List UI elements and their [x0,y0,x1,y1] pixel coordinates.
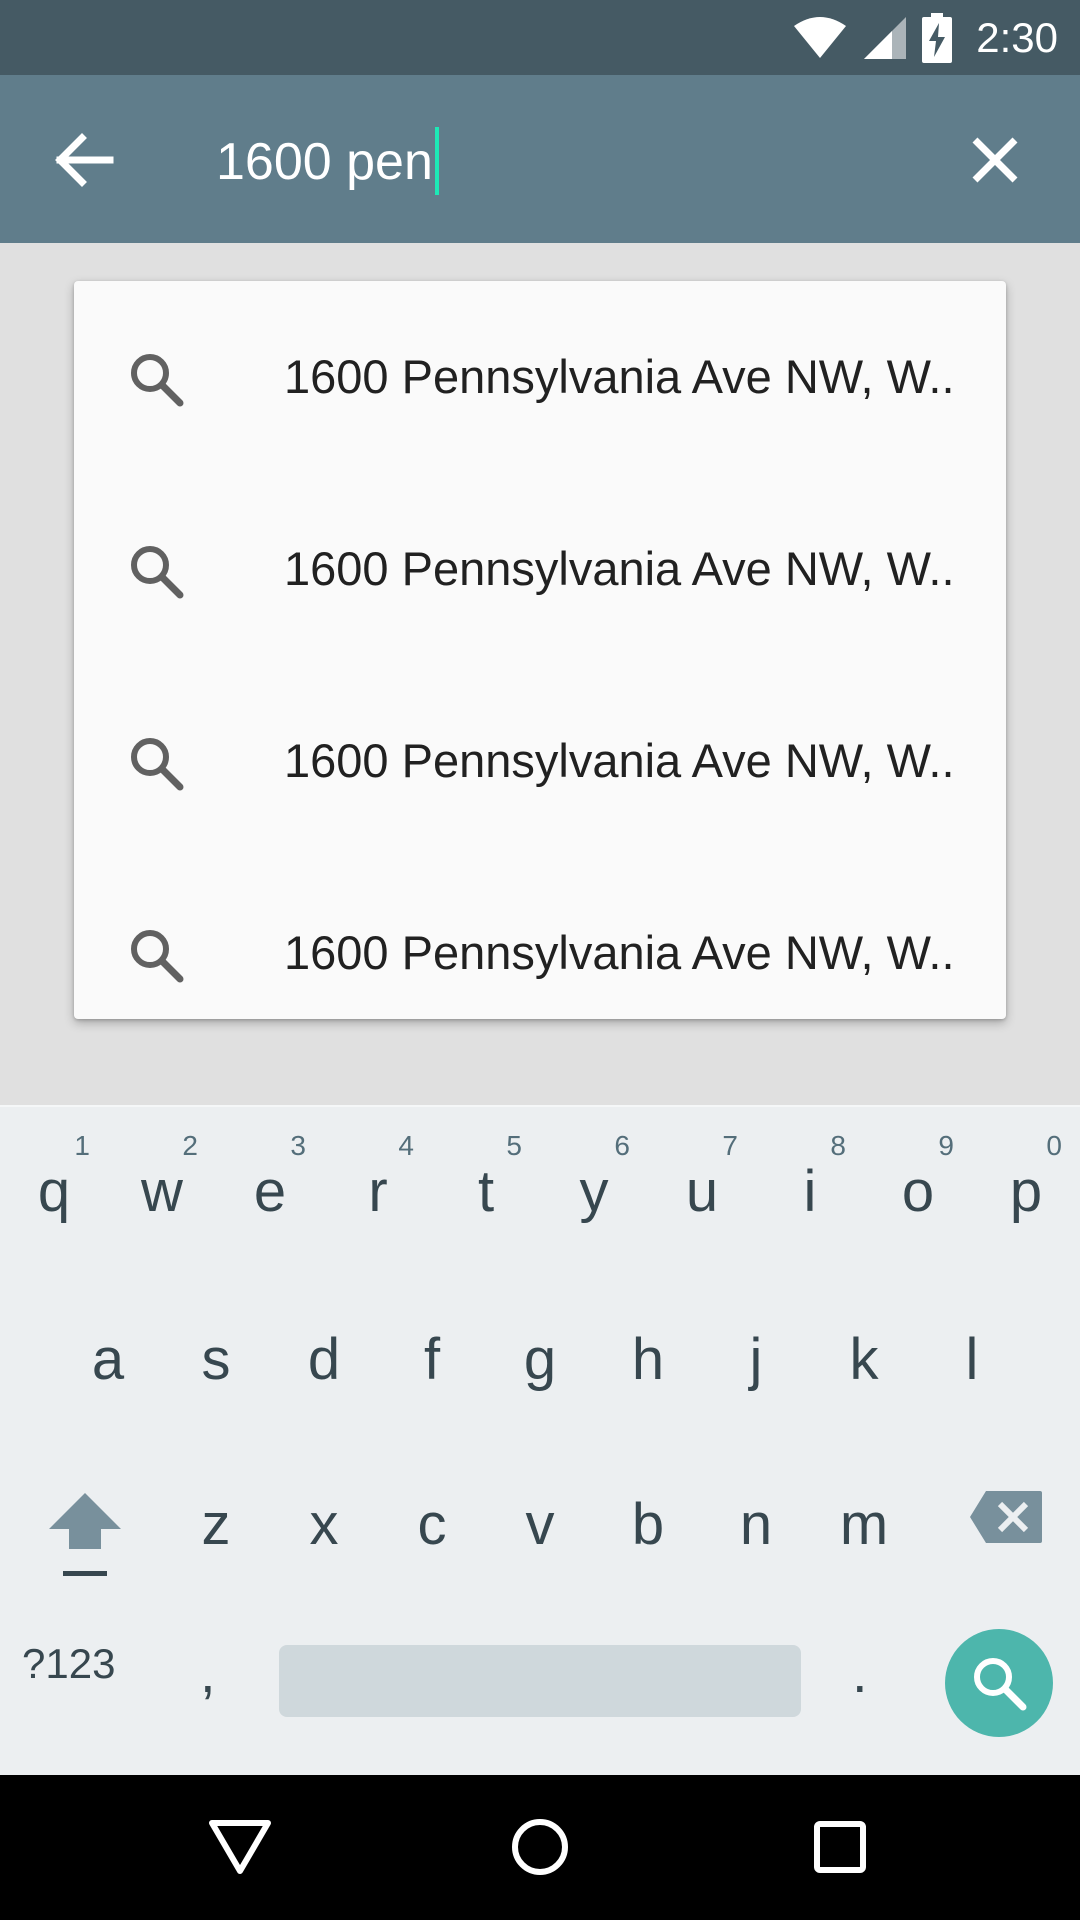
key-label: v [525,1492,555,1557]
key-label: j [749,1327,763,1392]
wifi-icon [794,16,847,58]
suggestion-text: 1600 Pennsylvania Ave NW, W.. [284,734,955,787]
suggestion-item[interactable]: 1600 Pennsylvania Ave NW, W.. [74,857,1006,1049]
key-label: c [417,1492,447,1557]
key-t[interactable]: 5 t [432,1110,540,1260]
home-circle-icon[interactable] [510,1817,570,1877]
back-button[interactable] [50,125,120,195]
suggestions-list: 1600 Pennsylvania Ave NW, W.. 1600 Penns… [74,281,1006,1019]
search-icon [131,354,184,407]
key-q[interactable]: 1 q [0,1110,108,1260]
key-label: i [803,1159,817,1224]
key-v[interactable]: v [486,1455,594,1605]
key-p[interactable]: 0 p [972,1110,1080,1260]
search-query-text: 1600 pen [216,133,433,191]
search-icon [974,1658,1027,1711]
key-label: a [91,1327,125,1392]
key-label: y [579,1159,609,1224]
search-toolbar: 1600 pen [0,75,1080,243]
key-c[interactable]: c [378,1455,486,1605]
key-s[interactable]: s [162,1290,270,1440]
suggestion-text: 1600 Pennsylvania Ave NW, W.. [284,350,955,403]
key-a[interactable]: a [54,1290,162,1440]
key-label: g [523,1327,557,1392]
key-e[interactable]: 3 e [216,1110,324,1260]
clear-search-button[interactable] [960,125,1030,195]
search-action-key[interactable] [945,1629,1053,1737]
cell-signal-icon [864,16,907,59]
key-w[interactable]: 2 w [108,1110,216,1260]
key-g[interactable]: g [486,1290,594,1440]
search-icon [131,738,184,791]
key-label: s [201,1327,231,1392]
arrow-back-icon [55,133,114,187]
battery-charging-icon [922,12,953,63]
close-icon [972,137,1018,183]
symbols-key[interactable]: ?123 [22,1640,115,1688]
backspace-icon [970,1491,1042,1543]
key-o[interactable]: 9 o [864,1110,972,1260]
key-f[interactable]: f [378,1290,486,1440]
comma-key[interactable]: , [200,1640,216,1705]
status-bar: 2:30 [0,0,1080,75]
search-icon [131,930,184,983]
key-label: r [368,1159,388,1224]
key-k[interactable]: k [810,1290,918,1440]
key-label: p [1009,1159,1043,1224]
key-j[interactable]: j [702,1290,810,1440]
back-triangle-icon[interactable] [208,1819,272,1875]
key-l[interactable]: l [918,1290,1026,1440]
key-label: u [685,1159,719,1224]
key-label: k [849,1327,879,1392]
key-label: n [739,1492,773,1557]
backspace-key[interactable] [950,1455,1070,1605]
key-label: b [631,1492,665,1557]
key-n[interactable]: n [702,1455,810,1605]
status-time: 2:30 [976,13,1058,61]
key-r[interactable]: 4 r [324,1110,432,1260]
shift-icon [49,1493,121,1576]
space-key[interactable] [279,1645,801,1717]
key-label: h [631,1327,665,1392]
key-h[interactable]: h [594,1290,702,1440]
suggestion-text: 1600 Pennsylvania Ave NW, W.. [284,542,955,595]
key-z[interactable]: z [162,1455,270,1605]
suggestion-item[interactable]: 1600 Pennsylvania Ave NW, W.. [74,665,1006,857]
key-label: x [309,1492,339,1557]
key-m[interactable]: m [810,1455,918,1605]
key-label: o [901,1159,935,1224]
key-d[interactable]: d [270,1290,378,1440]
key-label: t [477,1159,495,1224]
recents-square-icon[interactable] [814,1821,866,1873]
key-label: e [253,1159,287,1224]
key-label: w [141,1159,183,1224]
key-x[interactable]: x [270,1455,378,1605]
key-label: f [423,1327,441,1392]
suggestion-item[interactable]: 1600 Pennsylvania Ave NW, W.. [74,281,1006,473]
key-b[interactable]: b [594,1455,702,1605]
key-i[interactable]: 8 i [756,1110,864,1260]
key-label: d [307,1327,341,1392]
key-u[interactable]: 7 u [648,1110,756,1260]
navigation-bar [0,1775,1080,1920]
shift-key[interactable] [20,1455,150,1605]
text-caret [434,127,439,196]
key-y[interactable]: 6 y [540,1110,648,1260]
key-label: m [839,1492,889,1557]
period-key[interactable]: . [852,1640,868,1705]
key-label: l [965,1327,979,1392]
key-label: q [37,1159,71,1224]
search-input[interactable]: 1600 pen [216,127,439,197]
key-label: z [201,1492,231,1557]
suggestion-item[interactable]: 1600 Pennsylvania Ave NW, W.. [74,473,1006,665]
status-icons: 2:30 [792,0,1058,75]
search-icon [131,546,184,599]
suggestion-text: 1600 Pennsylvania Ave NW, W.. [284,926,955,979]
